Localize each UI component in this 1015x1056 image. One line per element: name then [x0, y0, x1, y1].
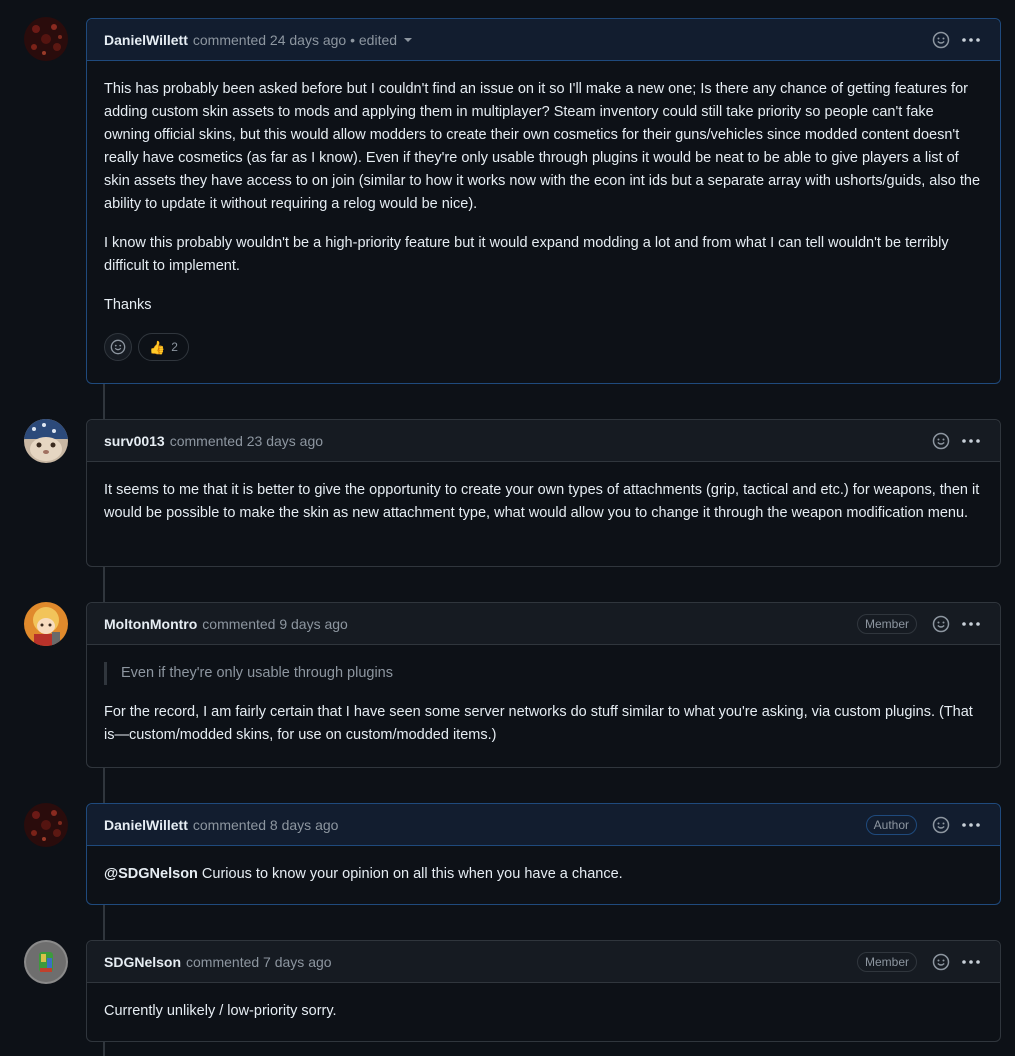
- timeline-connector: [103, 1041, 105, 1056]
- comment-header: SDGNelson commented 7 days ago Member: [87, 941, 1000, 983]
- comment: DanielWillett commented 24 days ago • ed…: [86, 18, 1001, 384]
- comment-header: DanielWillett commented 24 days ago • ed…: [87, 19, 1000, 61]
- comment-paragraph: For the record, I am fairly certain that…: [104, 704, 973, 743]
- comment-paragraph: It seems to me that it is better to give…: [104, 482, 980, 521]
- author-link[interactable]: DanielWillett: [104, 32, 188, 48]
- comment-timestamp[interactable]: commented 8 days ago: [193, 817, 339, 833]
- comment-menu-button[interactable]: [959, 813, 983, 837]
- comment-body: It seems to me that it is better to give…: [87, 462, 1000, 541]
- comment: MoltonMontro commented 9 days ago Member…: [86, 602, 1001, 768]
- comment-body: @SDGNelson Curious to know your opinion …: [87, 846, 1000, 902]
- reaction-count: 2: [171, 339, 178, 354]
- timeline-connector: [103, 383, 105, 419]
- user-mention-link[interactable]: @SDGNelson: [104, 866, 198, 882]
- kebab-horizontal-icon: [962, 822, 980, 827]
- comment-paragraph: This has probably been asked before but …: [104, 81, 981, 212]
- thumbs-up-reaction-button[interactable]: 👍 2: [138, 333, 189, 361]
- comment-paragraph: Thanks: [104, 297, 152, 313]
- comment-menu-button[interactable]: [959, 612, 983, 636]
- avatar[interactable]: [24, 419, 68, 463]
- add-reaction-button[interactable]: [929, 28, 953, 52]
- add-reaction-button[interactable]: [104, 333, 132, 361]
- author-link[interactable]: DanielWillett: [104, 817, 188, 833]
- comment-menu-button[interactable]: [959, 950, 983, 974]
- smiley-icon: [932, 816, 950, 833]
- member-badge: Member: [856, 613, 917, 634]
- kebab-horizontal-icon: [962, 438, 980, 443]
- add-reaction-button[interactable]: [929, 612, 953, 636]
- comment-body: Currently unlikely / low-priority sorry.: [87, 983, 1000, 1039]
- add-reaction-button[interactable]: [929, 429, 953, 453]
- edit-history-caret-icon[interactable]: [404, 37, 413, 42]
- comment: DanielWillett commented 8 days ago Autho…: [86, 803, 1001, 905]
- author-link[interactable]: surv0013: [104, 433, 165, 449]
- smiley-icon: [932, 953, 950, 970]
- comment-menu-button[interactable]: [959, 429, 983, 453]
- add-reaction-button[interactable]: [929, 950, 953, 974]
- kebab-horizontal-icon: [962, 959, 980, 964]
- comment-paragraph: I know this probably wouldn't be a high-…: [104, 235, 949, 274]
- avatar[interactable]: [24, 803, 68, 847]
- comment-timestamp[interactable]: commented 9 days ago: [202, 616, 348, 632]
- kebab-horizontal-icon: [962, 37, 980, 42]
- comment-body: This has probably been asked before but …: [87, 61, 1000, 377]
- comment-header: MoltonMontro commented 9 days ago Member: [87, 603, 1000, 645]
- comment-timestamp[interactable]: commented 24 days ago • edited: [193, 32, 397, 48]
- timeline-connector: [103, 566, 105, 602]
- comment-menu-button[interactable]: [959, 28, 983, 52]
- comment-body: Even if they're only usable through plug…: [87, 645, 1000, 763]
- comment-timestamp[interactable]: commented 7 days ago: [186, 954, 332, 970]
- comment: surv0013 commented 23 days ago It seems …: [86, 419, 1001, 567]
- author-badge: Author: [865, 814, 917, 835]
- smiley-icon: [932, 432, 950, 449]
- smiley-icon: [110, 339, 126, 355]
- comment-text: Curious to know your opinion on all this…: [197, 866, 623, 882]
- kebab-horizontal-icon: [962, 621, 980, 626]
- reactions-bar: 👍 2: [104, 333, 983, 361]
- avatar[interactable]: [24, 17, 68, 61]
- comment: SDGNelson commented 7 days ago Member Cu…: [86, 940, 1001, 1042]
- comment-header: DanielWillett commented 8 days ago Autho…: [87, 804, 1000, 846]
- avatar[interactable]: [24, 940, 68, 984]
- comment-header: surv0013 commented 23 days ago: [87, 420, 1000, 462]
- comment-timestamp[interactable]: commented 23 days ago: [170, 433, 323, 449]
- comment-paragraph: @SDGNelson Curious to know your opinion …: [104, 863, 983, 886]
- timeline-connector: [103, 767, 105, 803]
- thumbs-up-icon: 👍: [149, 339, 166, 355]
- timeline-connector: [103, 904, 105, 940]
- smiley-icon: [932, 31, 950, 48]
- quoted-text: Even if they're only usable through plug…: [104, 662, 983, 685]
- author-link[interactable]: SDGNelson: [104, 954, 181, 970]
- add-reaction-button[interactable]: [929, 813, 953, 837]
- smiley-icon: [932, 615, 950, 632]
- member-badge: Member: [856, 951, 917, 972]
- avatar[interactable]: [24, 602, 68, 646]
- author-link[interactable]: MoltonMontro: [104, 616, 197, 632]
- comment-paragraph: Currently unlikely / low-priority sorry.: [104, 1003, 337, 1019]
